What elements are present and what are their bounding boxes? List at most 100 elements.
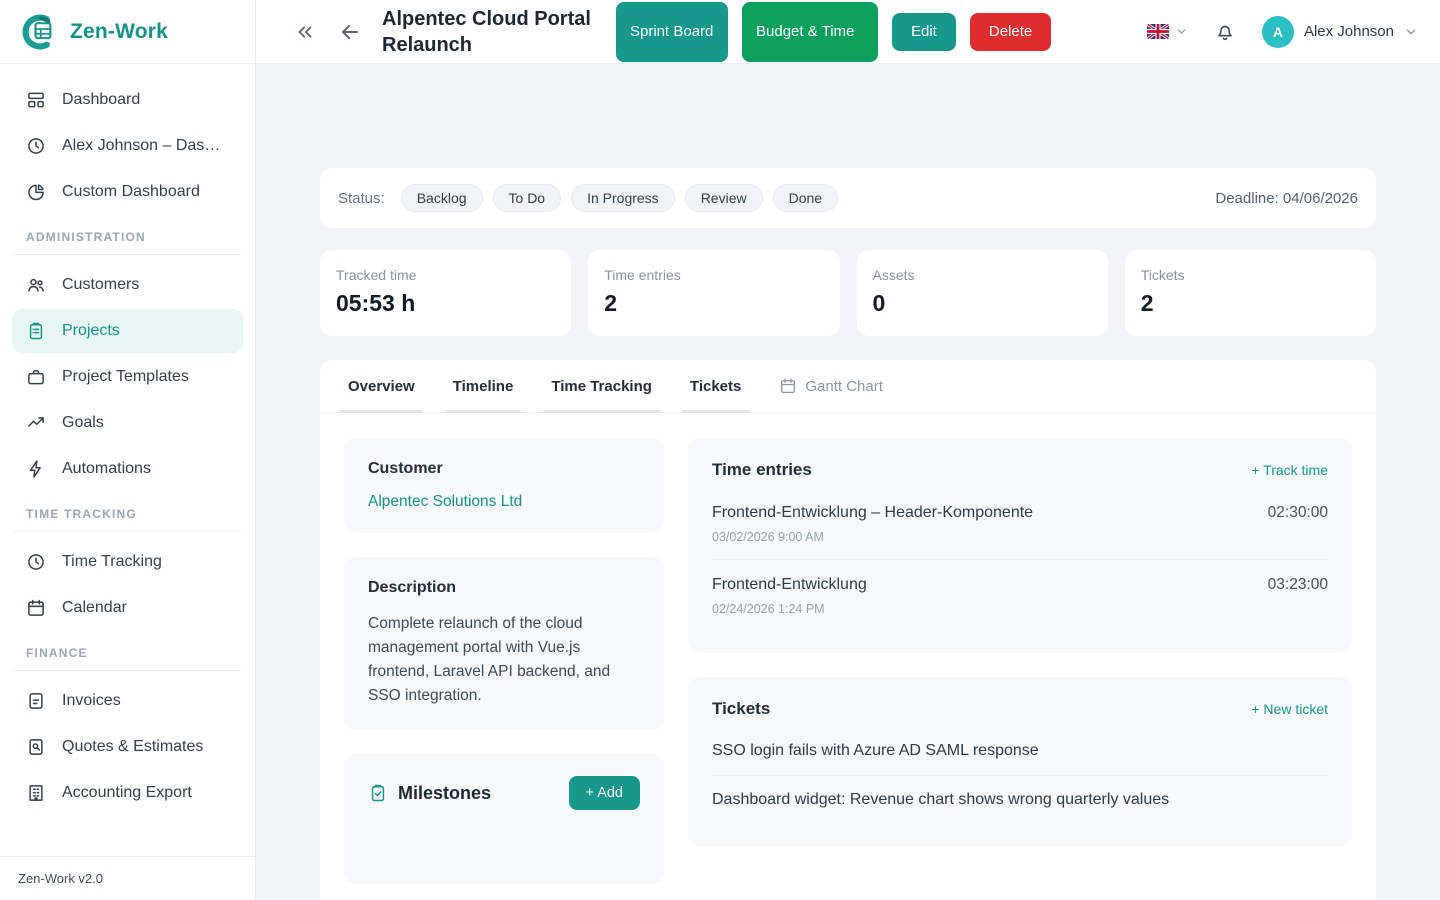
time-entry-duration: 02:30:00 bbox=[1268, 504, 1328, 522]
dashboard-icon bbox=[26, 90, 46, 110]
brand-name: Zen-Work bbox=[70, 20, 168, 44]
project-detail-card: Overview Timeline Time Tracking Tickets … bbox=[320, 360, 1376, 900]
chevrons-left-icon bbox=[294, 21, 316, 43]
stat-value: 05:53 h bbox=[336, 290, 555, 317]
add-milestone-button[interactable]: + Add bbox=[569, 776, 641, 810]
sidebar-item-automations[interactable]: Automations bbox=[12, 447, 243, 491]
sidebar-item-custom-dashboard[interactable]: Custom Dashboard bbox=[12, 170, 243, 214]
collapse-sidebar-button[interactable] bbox=[290, 17, 320, 47]
pie-chart-icon bbox=[26, 182, 46, 202]
new-ticket-link[interactable]: + New ticket bbox=[1251, 701, 1328, 717]
ticket-row[interactable]: SSO login fails with Azure AD SAML respo… bbox=[712, 727, 1328, 775]
time-entry-date: 02/24/2026 1:24 PM bbox=[712, 602, 1328, 616]
divider bbox=[14, 254, 241, 255]
app-version: Zen-Work v2.0 bbox=[0, 856, 255, 900]
tickets-title: Tickets bbox=[712, 699, 770, 719]
sidebar-item-goals[interactable]: Goals bbox=[12, 401, 243, 445]
sidebar-item-alex-johnson-dashboard[interactable]: Alex Johnson – Dashb... bbox=[12, 124, 243, 168]
tab-label: Gantt Chart bbox=[805, 378, 883, 395]
status-bar: Status: Backlog To Do In Progress Review… bbox=[320, 168, 1376, 228]
back-button[interactable] bbox=[334, 16, 366, 48]
sidebar-item-label: Invoices bbox=[62, 692, 121, 710]
sidebar-item-label: Quotes & Estimates bbox=[62, 738, 203, 756]
status-pill-done[interactable]: Done bbox=[773, 184, 838, 212]
tickets-panel: Tickets + New ticket SSO login fails wit… bbox=[688, 677, 1352, 846]
stat-card-assets: Assets 0 bbox=[857, 250, 1108, 336]
sidebar-section-time-tracking: TIME TRACKING bbox=[12, 493, 243, 531]
customer-link[interactable]: Alpentec Solutions Ltd bbox=[368, 493, 522, 510]
sidebar-item-dashboard[interactable]: Dashboard bbox=[12, 78, 243, 122]
time-entry-row[interactable]: Frontend-Entwicklung 03:23:00 02/24/2026… bbox=[712, 559, 1328, 631]
left-column: Customer Alpentec Solutions Ltd Descript… bbox=[344, 438, 664, 884]
status-pill-review[interactable]: Review bbox=[685, 184, 763, 212]
track-time-link[interactable]: + Track time bbox=[1251, 462, 1328, 478]
trending-up-icon bbox=[26, 413, 46, 433]
sidebar-item-projects[interactable]: Projects bbox=[12, 309, 243, 353]
tab-time-tracking[interactable]: Time Tracking bbox=[551, 360, 652, 412]
time-entry-row[interactable]: Frontend-Entwicklung – Header-Komponente… bbox=[712, 488, 1328, 559]
status-pills: Backlog To Do In Progress Review Done bbox=[401, 184, 838, 212]
tab-tickets[interactable]: Tickets bbox=[690, 360, 741, 412]
overview-tab-content: Customer Alpentec Solutions Ltd Descript… bbox=[320, 413, 1376, 900]
language-selector[interactable] bbox=[1147, 24, 1188, 39]
sprint-board-button[interactable]: Sprint Board bbox=[616, 2, 728, 62]
building-icon bbox=[26, 783, 46, 803]
topbar-right: A Alex Johnson bbox=[1147, 16, 1418, 48]
status-label: Status: bbox=[338, 190, 385, 207]
sidebar-item-label: Projects bbox=[62, 322, 120, 340]
page-title: Alpentec Cloud Portal Relaunch bbox=[382, 6, 610, 58]
sidebar-item-project-templates[interactable]: Project Templates bbox=[12, 355, 243, 399]
tab-timeline[interactable]: Timeline bbox=[453, 360, 514, 412]
customer-panel: Customer Alpentec Solutions Ltd bbox=[344, 438, 664, 533]
calendar-icon bbox=[779, 377, 797, 395]
delete-button[interactable]: Delete bbox=[970, 13, 1051, 51]
sidebar-item-customers[interactable]: Customers bbox=[12, 263, 243, 307]
description-panel-title: Description bbox=[368, 579, 640, 597]
divider bbox=[14, 670, 241, 671]
sidebar-item-label: Dashboard bbox=[62, 91, 140, 109]
document-icon bbox=[26, 691, 46, 711]
stat-card-tickets: Tickets 2 bbox=[1125, 250, 1376, 336]
stat-card-time-entries: Time entries 2 bbox=[588, 250, 839, 336]
sidebar-item-quotes-estimates[interactable]: Quotes & Estimates bbox=[12, 725, 243, 769]
time-entry-name: Frontend-Entwicklung – Header-Komponente bbox=[712, 504, 1033, 522]
main-area: Alpentec Cloud Portal Relaunch Sprint Bo… bbox=[256, 0, 1440, 900]
user-menu[interactable]: A Alex Johnson bbox=[1262, 16, 1418, 48]
budget-time-button[interactable]: Budget & Time bbox=[742, 2, 878, 62]
notifications-button[interactable] bbox=[1210, 17, 1240, 47]
tab-gantt-chart[interactable]: Gantt Chart bbox=[779, 360, 883, 412]
briefcase-icon bbox=[26, 367, 46, 387]
avatar: A bbox=[1262, 16, 1294, 48]
topbar-actions: Sprint Board Budget & Time Edit Delete bbox=[616, 2, 1051, 62]
clock-icon bbox=[26, 136, 46, 156]
tab-overview[interactable]: Overview bbox=[348, 360, 415, 412]
clock-icon bbox=[26, 552, 46, 572]
ticket-row[interactable]: Dashboard widget: Revenue chart shows wr… bbox=[712, 775, 1328, 824]
status-pill-in-progress[interactable]: In Progress bbox=[571, 184, 675, 212]
clipboard-icon bbox=[26, 321, 46, 341]
sidebar-item-label: Project Templates bbox=[62, 368, 189, 386]
sidebar-item-label: Custom Dashboard bbox=[62, 183, 200, 201]
edit-button[interactable]: Edit bbox=[892, 13, 956, 51]
stats-row: Tracked time 05:53 h Time entries 2 Asse… bbox=[320, 250, 1376, 336]
sidebar-item-label: Customers bbox=[62, 276, 139, 294]
stat-value: 2 bbox=[1141, 290, 1360, 317]
status-pill-backlog[interactable]: Backlog bbox=[401, 184, 483, 212]
bell-icon bbox=[1214, 21, 1236, 43]
sidebar-item-accounting-export[interactable]: Accounting Export bbox=[12, 771, 243, 815]
stat-value: 2 bbox=[604, 290, 823, 317]
sidebar-item-invoices[interactable]: Invoices bbox=[12, 679, 243, 723]
time-entry-date: 03/02/2026 9:00 AM bbox=[712, 530, 1328, 544]
sidebar-item-label: Alex Johnson – Dashb... bbox=[62, 137, 229, 155]
customer-panel-title: Customer bbox=[368, 460, 640, 478]
status-pill-todo[interactable]: To Do bbox=[493, 184, 562, 212]
description-panel: Description Complete relaunch of the clo… bbox=[344, 557, 664, 730]
sidebar-item-time-tracking[interactable]: Time Tracking bbox=[12, 540, 243, 584]
topbar: Alpentec Cloud Portal Relaunch Sprint Bo… bbox=[256, 0, 1440, 64]
sidebar-section-administration: ADMINISTRATION bbox=[12, 216, 243, 254]
sidebar-nav: Dashboard Alex Johnson – Dashb... Custom… bbox=[0, 64, 255, 856]
user-name: Alex Johnson bbox=[1304, 23, 1394, 40]
sidebar-item-calendar[interactable]: Calendar bbox=[12, 586, 243, 630]
right-column: Time entries + Track time Frontend-Entwi… bbox=[688, 438, 1352, 884]
stat-label: Tracked time bbox=[336, 267, 555, 283]
